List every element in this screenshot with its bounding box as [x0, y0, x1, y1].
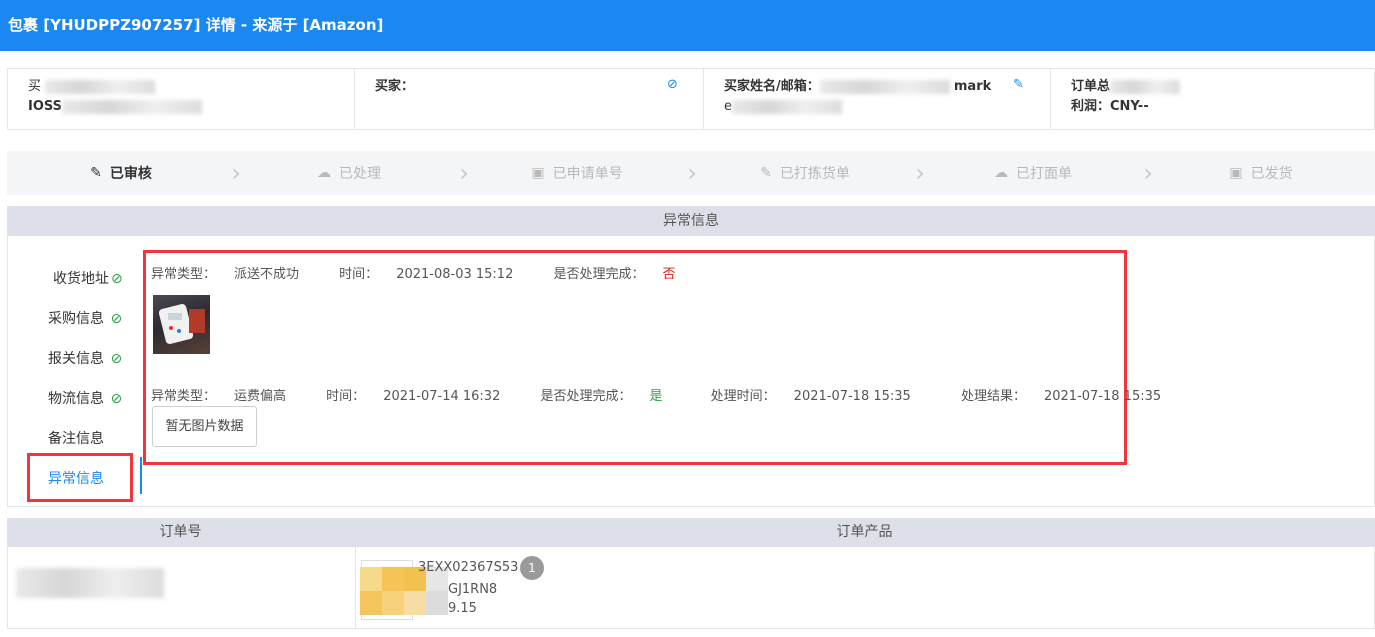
handle-time-value: 2021-07-18 15:35: [793, 389, 911, 404]
step-label: 已打拣货单: [779, 166, 850, 182]
disable-icon[interactable]: ⊘: [667, 77, 678, 92]
orders-table-row: [7, 547, 1375, 629]
check-circle-icon: ⊘: [110, 311, 123, 327]
step-tracking-applied: ▣ 已申请单号 ›: [463, 159, 697, 187]
order-progress-steps: ✎ 已审核 › ☁ 已处理 › ▣ 已申请单号 › ✎ 已打拣货单 › ☁ 已打面单 › ▣ 已发货: [7, 151, 1375, 195]
product-price: 9.15: [448, 601, 477, 616]
no-image-placeholder: 暂无图片数据: [152, 406, 257, 447]
highlight-box-exceptions: [143, 250, 1127, 465]
profit-text: 利润：CNY--: [1071, 99, 1149, 114]
device-button: [177, 329, 181, 333]
check-circle-icon: ⊘: [110, 391, 123, 407]
sidebar-active-indicator: [140, 457, 142, 494]
exception-done-value: 否: [662, 267, 676, 282]
exception-photo-thumbnail[interactable]: [153, 295, 210, 354]
cloud-upload-icon: ☁: [317, 165, 331, 181]
buyer-label: 买家：: [375, 79, 415, 94]
device-screen: [168, 313, 182, 320]
exception-type-label: 异常类型：: [151, 267, 217, 282]
redacted-order-no: [16, 568, 164, 598]
photo-background-object: [189, 309, 205, 333]
redacted-text: [62, 99, 203, 114]
exception-row-1: 异常类型： 派送不成功 时间： 2021-08-03 15:12 是否处理完成： 否: [151, 263, 712, 282]
handle-result-label: 处理结果：: [960, 389, 1026, 404]
exception-type-value: 派送不成功: [234, 267, 300, 282]
buyer-name-email-label: 买家姓名/邮箱：: [724, 79, 820, 94]
check-circle-icon: ⊘: [110, 351, 123, 367]
highlight-box-sidebar: [27, 453, 133, 502]
step-label: 已处理: [339, 166, 381, 182]
exception-time-label: 时间：: [326, 389, 366, 404]
step-shipped: ▣ 已发货: [1147, 163, 1375, 183]
check-circle-icon: ⊘: [111, 271, 123, 287]
edit-icon: ✎: [90, 165, 102, 181]
step-label: 已打面单: [1016, 166, 1072, 182]
image-icon: ▣: [1229, 165, 1243, 181]
sidebar-item-label: 报关信息: [48, 351, 104, 367]
sidebar-item-label: 备注信息: [48, 431, 104, 447]
sidebar-item-label: 物流信息: [48, 391, 104, 407]
column-header-products: 订单产品: [836, 524, 893, 540]
orders-table-header: 订单号 订单产品: [7, 518, 1375, 547]
sidebar-item-remark-info[interactable]: 备注信息: [48, 428, 104, 448]
redacted-text: [45, 79, 156, 94]
product-code: GJ1RN8: [448, 582, 498, 597]
step-processed: ☁ 已处理 ›: [235, 159, 469, 187]
ioss-label: IOSS: [28, 99, 63, 114]
remark-text: mark: [953, 79, 992, 94]
handle-time-label: 处理时间：: [710, 389, 776, 404]
handle-result-value: 2021-07-18 15:35: [1043, 389, 1162, 404]
exception-row-2: 异常类型： 运费偏高 时间： 2021-07-14 16:32 是否处理完成： 是 处…: [151, 385, 1197, 404]
cloud-upload-icon: ☁: [994, 165, 1008, 181]
exception-type-value: 运费偏高: [234, 389, 287, 404]
exception-done-label: 是否处理完成：: [540, 389, 632, 404]
quantity-badge: 1: [520, 556, 544, 580]
section-header-exceptions: 异常信息: [7, 206, 1375, 236]
page-title: 包裹 [YHUDPPZ907257] 详情 - 来源于 [Amazon]: [0, 0, 1375, 51]
step-label: 已申请单号: [552, 166, 623, 182]
sidebar-item-customs-info[interactable]: 报关信息 ⊘: [48, 348, 122, 368]
step-reviewed: ✎ 已审核 ›: [7, 159, 241, 187]
column-header-order-no: 订单号: [159, 524, 202, 540]
order-summary-row: 买 IOSS 买家： ⊘ 买家姓名/邮箱： mark e ✎ 订单总 利润：CN…: [7, 68, 1375, 130]
email-prefix: e: [724, 99, 732, 114]
info-cell-order-total: 订单总 利润：CNY--: [1051, 69, 1374, 129]
sidebar-item-label: 采购信息: [48, 311, 104, 327]
device-button: [169, 326, 173, 330]
exception-time-label: 时间：: [339, 267, 379, 282]
exception-done-label: 是否处理完成：: [553, 267, 645, 282]
redacted-text: [732, 99, 842, 114]
sidebar-item-shipping-address[interactable]: 收货地址 ⊘: [53, 268, 123, 288]
sidebar-item-logistics-info[interactable]: 物流信息 ⊘: [48, 388, 122, 408]
edit-remark-icon[interactable]: ✎: [1013, 77, 1024, 92]
step-label: 已审核: [109, 166, 152, 182]
step-picking-printed: ✎ 已打拣货单 ›: [691, 159, 925, 187]
info-cell-buyer-account: 买 IOSS: [8, 69, 355, 129]
info-cell-buyer: 买家： ⊘: [355, 69, 704, 129]
step-label-printed: ☁ 已打面单 ›: [919, 159, 1153, 187]
exception-time-value: 2021-07-14 16:32: [383, 389, 501, 404]
exception-done-value: 是: [649, 389, 663, 404]
product-sku: 3EXX02367S53: [418, 560, 519, 575]
info-cell-buyer-name-email: 买家姓名/邮箱： mark e ✎: [704, 69, 1051, 129]
step-label: 已发货: [1250, 166, 1293, 182]
column-divider: [355, 547, 356, 628]
exception-time-value: 2021-08-03 15:12: [396, 267, 514, 282]
sidebar-item-purchase-info[interactable]: 采购信息 ⊘: [48, 308, 122, 328]
info-label-1: 买: [28, 79, 42, 94]
exception-type-label: 异常类型：: [151, 389, 217, 404]
image-icon: ▣: [531, 165, 545, 181]
redacted-text: [1110, 79, 1181, 94]
edit-icon: ✎: [760, 165, 772, 181]
sidebar-item-label: 收货地址: [53, 271, 109, 287]
redacted-text: [819, 79, 950, 94]
order-total-label: 订单总: [1071, 79, 1111, 94]
